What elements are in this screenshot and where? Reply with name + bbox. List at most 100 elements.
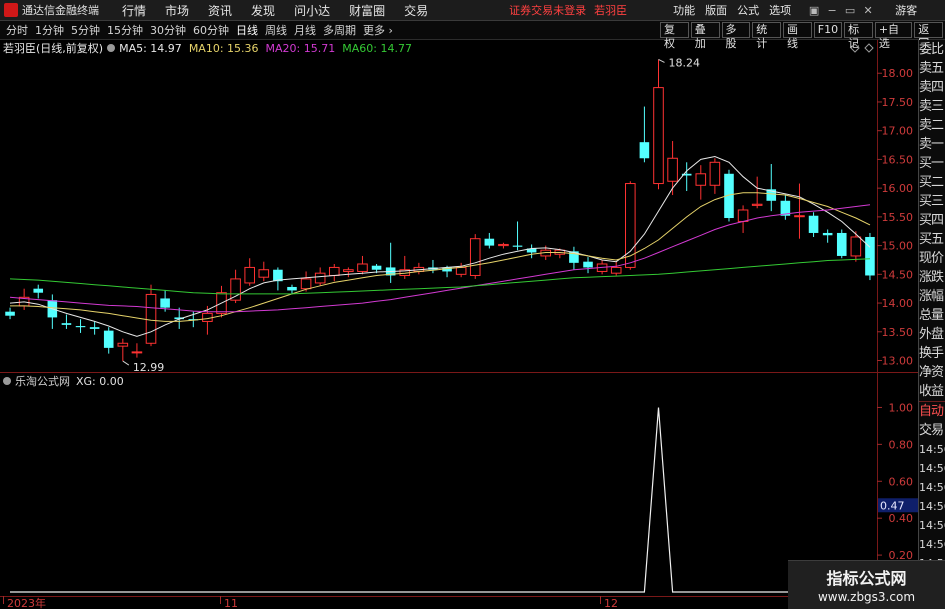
app-window: 通达信金融终端 行情 市场 资讯 发现 问小达 财富圈 交易 证券交易未登录 若… [0, 0, 945, 609]
candle-body [300, 278, 312, 290]
side-item-14[interactable]: 总量 [919, 306, 945, 325]
side-item-9[interactable]: 买四 [919, 211, 945, 230]
ma20-label: MA20: 15.71 [265, 41, 336, 55]
high-marker [658, 59, 665, 63]
candle-body [131, 351, 143, 354]
indicator-name[interactable]: 乐淘公式网 [15, 373, 70, 389]
candle[interactable] [780, 195, 791, 220]
candle[interactable] [428, 259, 438, 274]
candle[interactable] [18, 288, 30, 310]
candle[interactable] [47, 294, 58, 329]
settings-dot-icon[interactable] [107, 44, 116, 52]
candle-body [709, 161, 721, 186]
candle[interactable] [385, 242, 396, 283]
side-item-8[interactable]: 买三 [919, 192, 945, 211]
candle[interactable] [822, 229, 833, 243]
candle[interactable] [399, 255, 411, 279]
side-item-1[interactable]: 卖五 [919, 59, 945, 78]
side-item-18[interactable]: 收益 [919, 382, 945, 401]
price-tick-label: 16.00 [882, 182, 914, 195]
price-tick-label: 17.50 [882, 96, 914, 109]
candle[interactable] [117, 338, 129, 362]
candle[interactable] [244, 258, 255, 286]
candle-body [808, 215, 819, 233]
candle[interactable] [484, 232, 495, 249]
candle-body [230, 278, 241, 301]
candle-body [695, 173, 707, 186]
tool-fanhui-button[interactable]: 返回 [914, 22, 944, 50]
candle[interactable] [145, 284, 157, 347]
indicator-tick-label: 0.60 [889, 475, 914, 488]
candle[interactable] [89, 321, 100, 335]
candle[interactable] [33, 284, 44, 299]
candle-body [484, 238, 495, 246]
candle-body [103, 330, 114, 348]
ma60-label: MA60: 14.77 [342, 41, 412, 55]
candle[interactable] [131, 343, 143, 358]
candle[interactable] [343, 267, 354, 278]
side-trade-0[interactable]: 自动 [919, 402, 945, 421]
side-item-15[interactable]: 外盘 [919, 325, 945, 344]
candle[interactable] [258, 261, 270, 282]
candle[interactable] [569, 246, 579, 270]
candle[interactable] [737, 205, 749, 233]
side-item-11[interactable]: 现价 [919, 249, 945, 268]
candle[interactable] [61, 314, 72, 329]
side-item-10[interactable]: 买五 [919, 230, 945, 249]
stock-title[interactable]: 若羽臣(日线,前复权) [3, 40, 103, 56]
candle[interactable] [836, 229, 847, 259]
candle[interactable] [103, 327, 114, 354]
candle-body [314, 272, 326, 284]
side-item-16[interactable]: 换手 [919, 344, 945, 363]
candle[interactable] [328, 263, 340, 282]
candle-body [498, 243, 509, 247]
indicator-current-value: 0.47 [880, 499, 905, 512]
candle[interactable] [850, 231, 862, 262]
side-time-2: 14:56 [919, 481, 945, 494]
side-item-7[interactable]: 买二 [919, 173, 945, 192]
price-tick-label: 16.50 [882, 153, 914, 166]
candle[interactable] [865, 232, 875, 281]
side-item-6[interactable]: 买一 [919, 154, 945, 173]
candle[interactable] [808, 212, 819, 237]
kline-chart[interactable]: 18.00 17.50 17.00 16.50 16.00 15.50 15.00 14.50… [0, 0, 918, 609]
indicator-dot-icon[interactable] [3, 377, 11, 385]
candle[interactable] [709, 158, 721, 194]
candle[interactable] [357, 255, 368, 275]
side-item-3[interactable]: 卖三 [919, 97, 945, 116]
candle[interactable] [695, 165, 707, 200]
candle[interactable] [681, 162, 692, 192]
candle[interactable] [273, 267, 283, 291]
side-item-17[interactable]: 净资 [919, 363, 945, 382]
candle-body [822, 232, 833, 236]
side-item-0[interactable]: 委比 [919, 40, 945, 59]
candle[interactable] [639, 106, 650, 163]
candle[interactable] [498, 242, 509, 249]
candle[interactable] [512, 221, 523, 251]
candle-body [61, 323, 72, 325]
candle[interactable] [766, 164, 777, 212]
side-trade-1[interactable]: 交易 [919, 421, 945, 440]
candle[interactable] [526, 244, 537, 259]
side-item-2[interactable]: 卖四 [919, 78, 945, 97]
candle-body [794, 215, 805, 218]
side-item-4[interactable]: 卖二 [919, 116, 945, 135]
candle-body [145, 293, 157, 344]
watermark-url: www.zbgs3.com [817, 590, 916, 604]
price-tick-label: 13.50 [882, 326, 914, 339]
candle[interactable] [653, 59, 664, 190]
candle-body [625, 183, 636, 268]
candle[interactable] [610, 261, 622, 276]
side-item-5[interactable]: 卖一 [919, 135, 945, 154]
candle[interactable] [75, 319, 86, 333]
candle[interactable] [469, 234, 481, 279]
candle[interactable] [413, 262, 425, 275]
side-item-12[interactable]: 涨跌 [919, 268, 945, 287]
candle-body [328, 266, 340, 276]
side-time-0: 14:56 [919, 443, 945, 456]
candle[interactable] [5, 307, 15, 320]
candle[interactable] [583, 257, 593, 274]
candle[interactable] [667, 141, 678, 196]
side-item-13[interactable]: 涨幅 [919, 287, 945, 306]
candle[interactable] [794, 183, 805, 239]
